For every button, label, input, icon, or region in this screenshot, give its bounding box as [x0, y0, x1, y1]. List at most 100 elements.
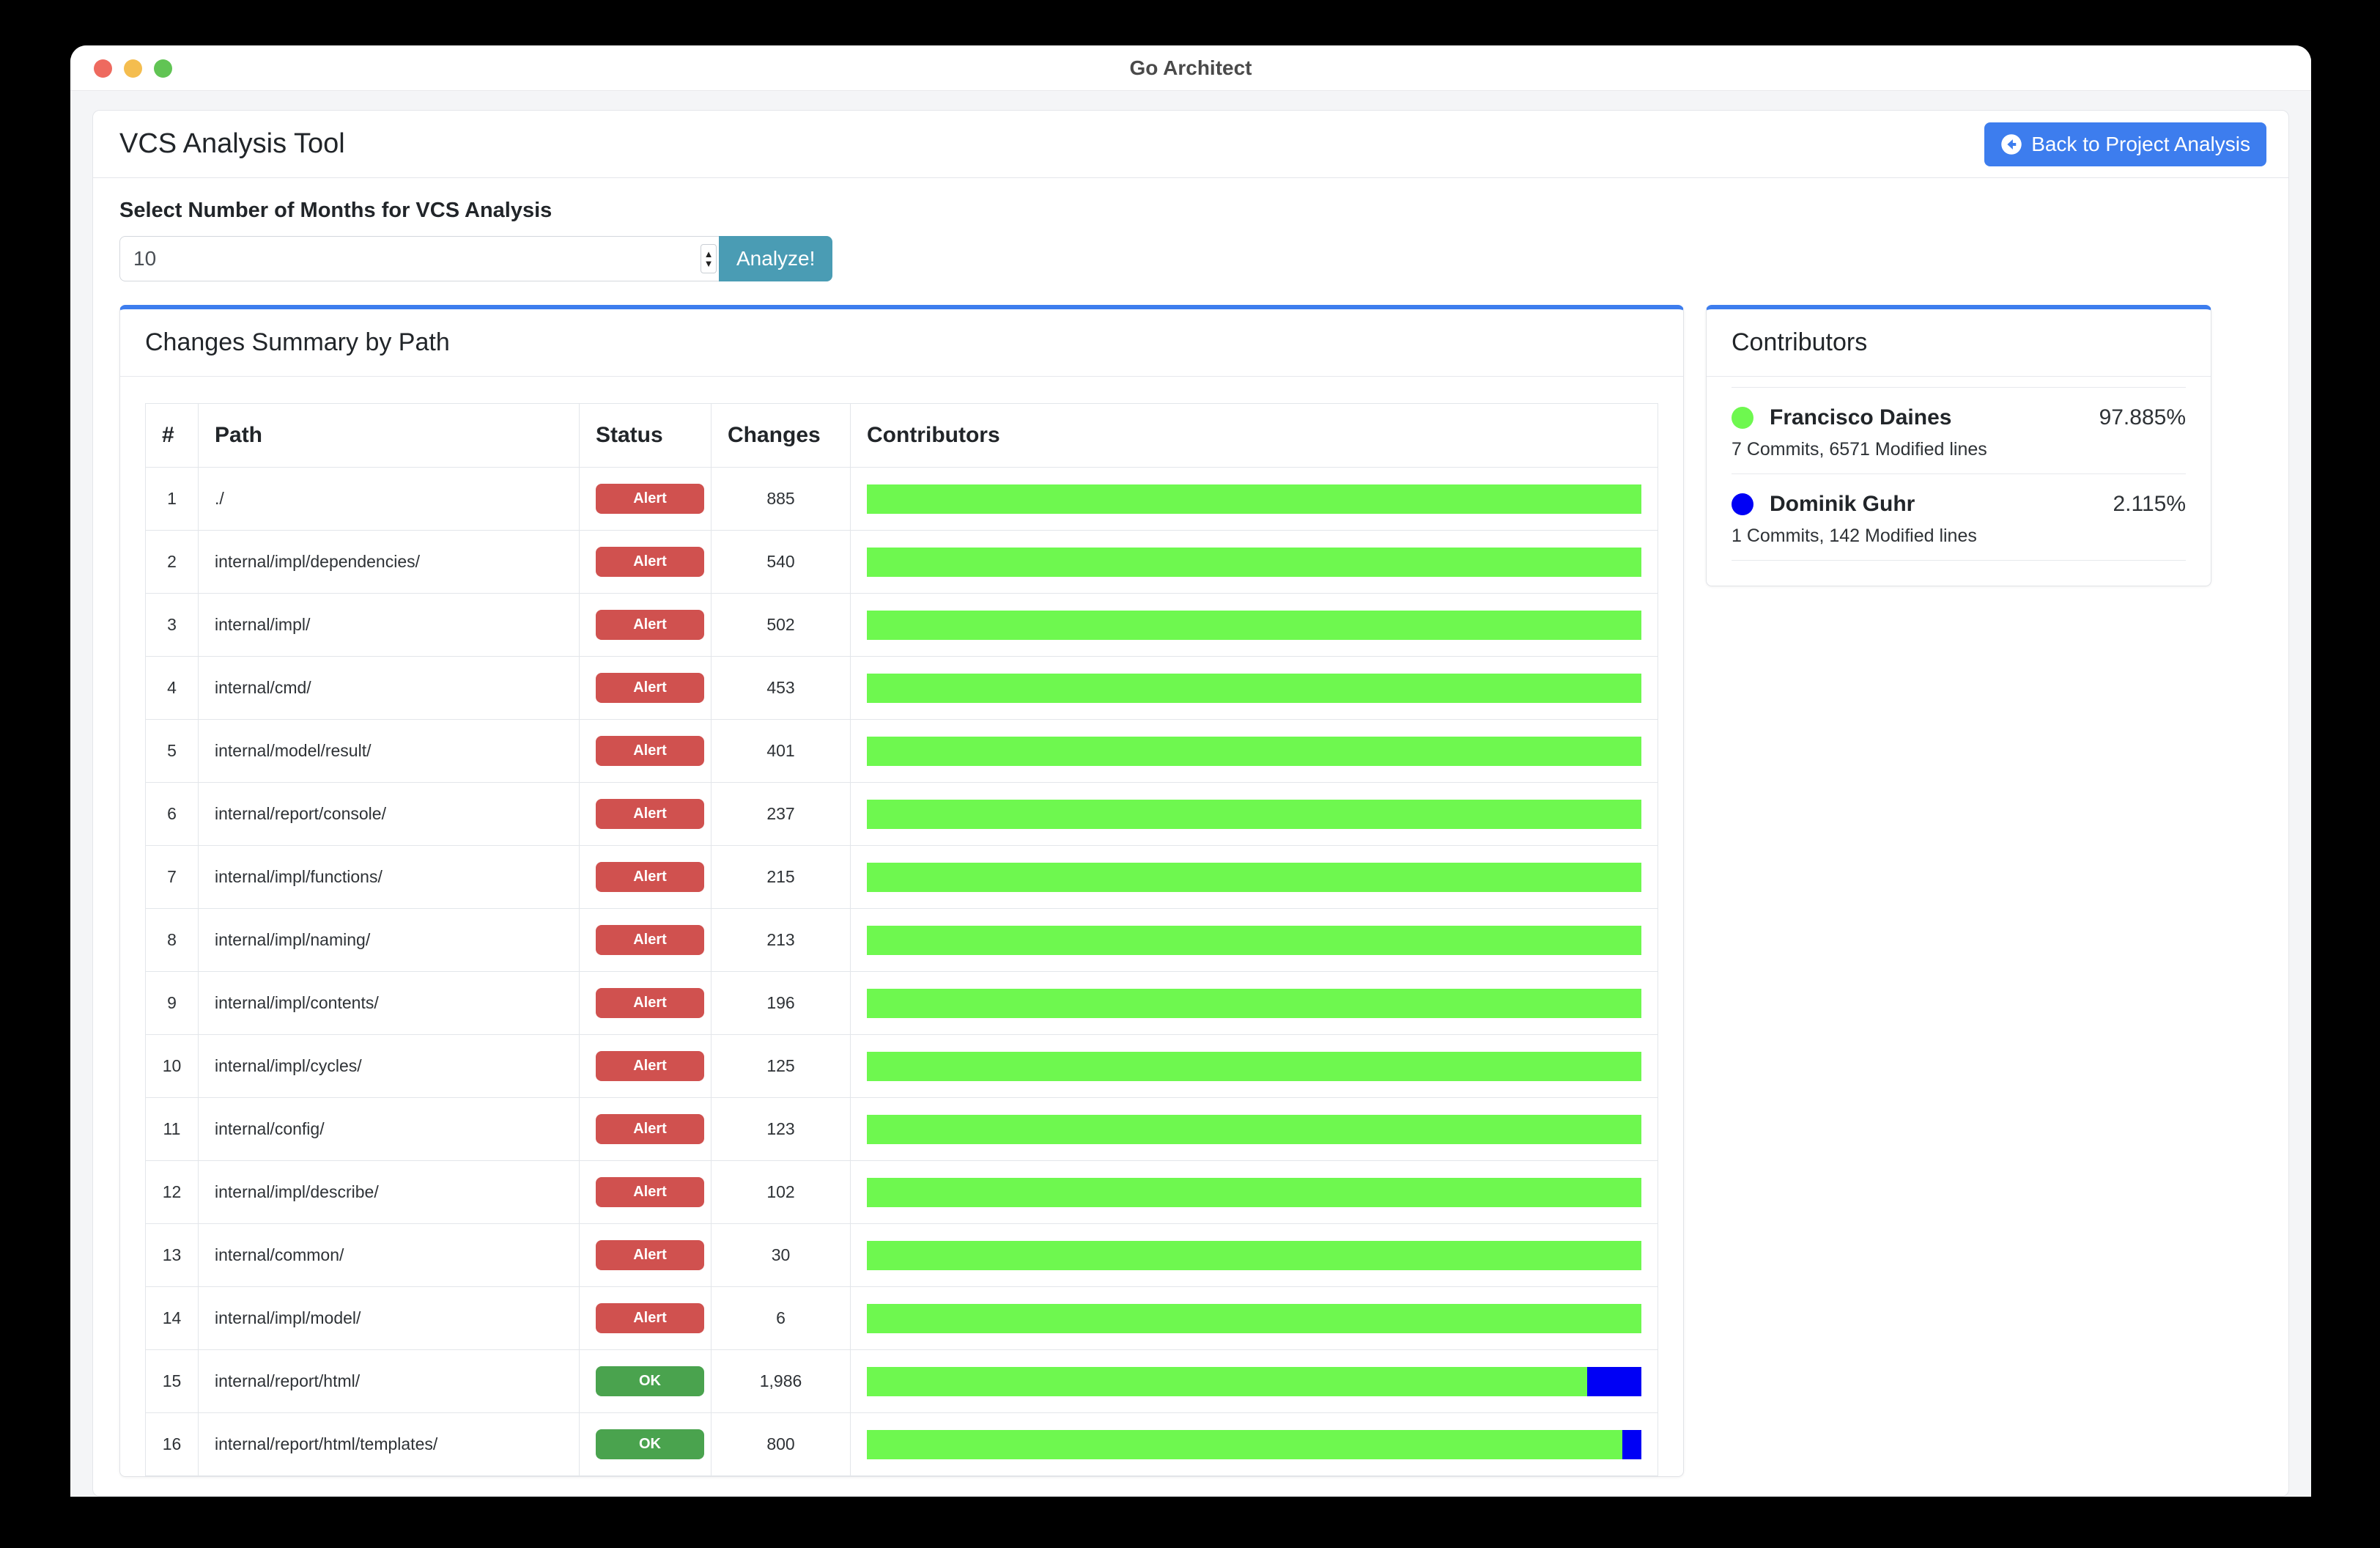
row-index: 7	[145, 845, 199, 909]
row-contributors-cell	[850, 1097, 1658, 1161]
table-row: 10 internal/impl/cycles/Alert 125	[145, 1034, 1658, 1098]
row-path: ./	[198, 467, 580, 531]
contributor-bar	[867, 925, 1641, 955]
changes-table-header: # Path Status Changes Contributors	[145, 403, 1658, 468]
col-header-status: Status	[579, 403, 712, 468]
row-status-cell: Alert	[579, 1034, 712, 1098]
table-row: 4 internal/cmd/Alert 453	[145, 656, 1658, 720]
months-input[interactable]	[119, 236, 698, 281]
row-path: internal/impl/model/	[198, 1286, 580, 1350]
stepper-up-icon[interactable]: ▲	[704, 249, 714, 259]
contributor-color-dot-icon	[1732, 407, 1753, 429]
row-index: 10	[145, 1034, 199, 1098]
row-path: internal/impl/dependencies/	[198, 530, 580, 594]
contributor-name: Francisco Daines	[1770, 405, 1952, 430]
contributor-bar-segment	[1587, 1366, 1641, 1396]
analysis-form: Select Number of Months for VCS Analysis…	[93, 178, 2288, 281]
status-badge: Alert	[596, 1240, 704, 1270]
row-index: 1	[145, 467, 199, 531]
table-row: 7 internal/impl/functions/Alert 215	[145, 845, 1658, 909]
contributor-bar	[867, 1114, 1641, 1144]
row-changes: 6	[711, 1286, 851, 1350]
row-changes: 213	[711, 908, 851, 972]
contributor-bar-segment	[1622, 1429, 1641, 1459]
col-header-number: #	[145, 403, 199, 468]
status-badge: Alert	[596, 1114, 704, 1144]
row-contributors-cell	[850, 908, 1658, 972]
row-status-cell: Alert	[579, 530, 712, 594]
status-badge: Alert	[596, 736, 704, 766]
table-row: 6 internal/report/console/Alert 237	[145, 782, 1658, 846]
status-badge: Alert	[596, 799, 704, 829]
row-status-cell: Alert	[579, 782, 712, 846]
list-item: Dominik Guhr 2.115% 1 Commits, 142 Modifie…	[1732, 473, 2186, 561]
contributor-name: Dominik Guhr	[1770, 492, 1915, 516]
contributor-bar	[867, 673, 1641, 703]
row-path: internal/report/html/templates/	[198, 1412, 580, 1476]
status-badge: Alert	[596, 862, 704, 892]
window-titlebar: Go Architect	[70, 45, 2311, 91]
back-to-project-analysis-button[interactable]: Back to Project Analysis	[1984, 122, 2266, 166]
window-title: Go Architect	[1129, 56, 1252, 79]
contributor-bar-segment	[867, 547, 1641, 577]
row-index: 5	[145, 719, 199, 783]
page-body: VCS Analysis Tool Back to Project Analys…	[70, 91, 2311, 1497]
contributor-percent: 2.115%	[2113, 492, 2186, 516]
table-row: 2 internal/impl/dependencies/Alert 540	[145, 530, 1658, 594]
status-badge: Alert	[596, 610, 704, 640]
app-window: Go Architect VCS Analysis Tool Back to P…	[70, 45, 2311, 1497]
row-path: internal/cmd/	[198, 656, 580, 720]
row-status-cell: OK	[579, 1412, 712, 1476]
contributor-bar	[867, 1240, 1641, 1270]
contributor-bar-segment	[867, 1114, 1641, 1144]
changes-panel-title: Changes Summary by Path	[120, 309, 1683, 377]
months-label: Select Number of Months for VCS Analysis	[119, 199, 552, 222]
status-badge: OK	[596, 1429, 704, 1459]
table-row: 9 internal/impl/contents/Alert 196	[145, 971, 1658, 1035]
contributor-bar-segment	[867, 610, 1641, 640]
table-row: 3 internal/impl/Alert 502	[145, 593, 1658, 657]
row-status-cell: Alert	[579, 719, 712, 783]
contributor-bar-segment	[867, 736, 1641, 766]
quantity-stepper[interactable]: ▲ ▼	[698, 236, 719, 281]
contributors-panel-title: Contributors	[1707, 309, 2211, 377]
row-path: internal/impl/cycles/	[198, 1034, 580, 1098]
row-contributors-cell	[850, 971, 1658, 1035]
status-badge: Alert	[596, 1177, 704, 1207]
status-badge: Alert	[596, 925, 704, 955]
row-index: 13	[145, 1223, 199, 1287]
row-index: 6	[145, 782, 199, 846]
contributor-bar-segment	[867, 484, 1641, 514]
row-changes: 540	[711, 530, 851, 594]
col-header-path: Path	[198, 403, 580, 468]
row-path: internal/report/console/	[198, 782, 580, 846]
contributor-bar-segment	[867, 862, 1641, 892]
contributor-bar-segment	[867, 799, 1641, 829]
table-row: 1 ./ Alert 885	[145, 467, 1658, 531]
contributor-bar	[867, 1177, 1641, 1207]
table-row: 12 internal/impl/describe/Alert 102	[145, 1160, 1658, 1224]
row-path: internal/model/result/	[198, 719, 580, 783]
row-changes: 885	[711, 467, 851, 531]
contributor-bar	[867, 1429, 1641, 1459]
back-button-label: Back to Project Analysis	[2031, 132, 2250, 155]
row-index: 4	[145, 656, 199, 720]
stepper-down-icon[interactable]: ▼	[704, 259, 714, 268]
row-changes: 196	[711, 971, 851, 1035]
contributor-bar	[867, 988, 1641, 1018]
row-path: internal/common/	[198, 1223, 580, 1287]
analyze-button[interactable]: Analyze!	[719, 236, 833, 281]
contributor-bar-segment	[867, 988, 1641, 1018]
contributor-percent: 97.885%	[2099, 405, 2186, 430]
page-title: VCS Analysis Tool	[119, 128, 345, 159]
contributor-bar-segment	[867, 1429, 1622, 1459]
contributor-bar-segment	[867, 925, 1641, 955]
row-contributors-cell	[850, 1349, 1658, 1413]
row-contributors-cell	[850, 530, 1658, 594]
row-changes: 237	[711, 782, 851, 846]
row-path: internal/config/	[198, 1097, 580, 1161]
contributor-bar	[867, 862, 1641, 892]
row-index: 15	[145, 1349, 199, 1413]
status-badge: Alert	[596, 547, 704, 577]
status-badge: Alert	[596, 1051, 704, 1081]
